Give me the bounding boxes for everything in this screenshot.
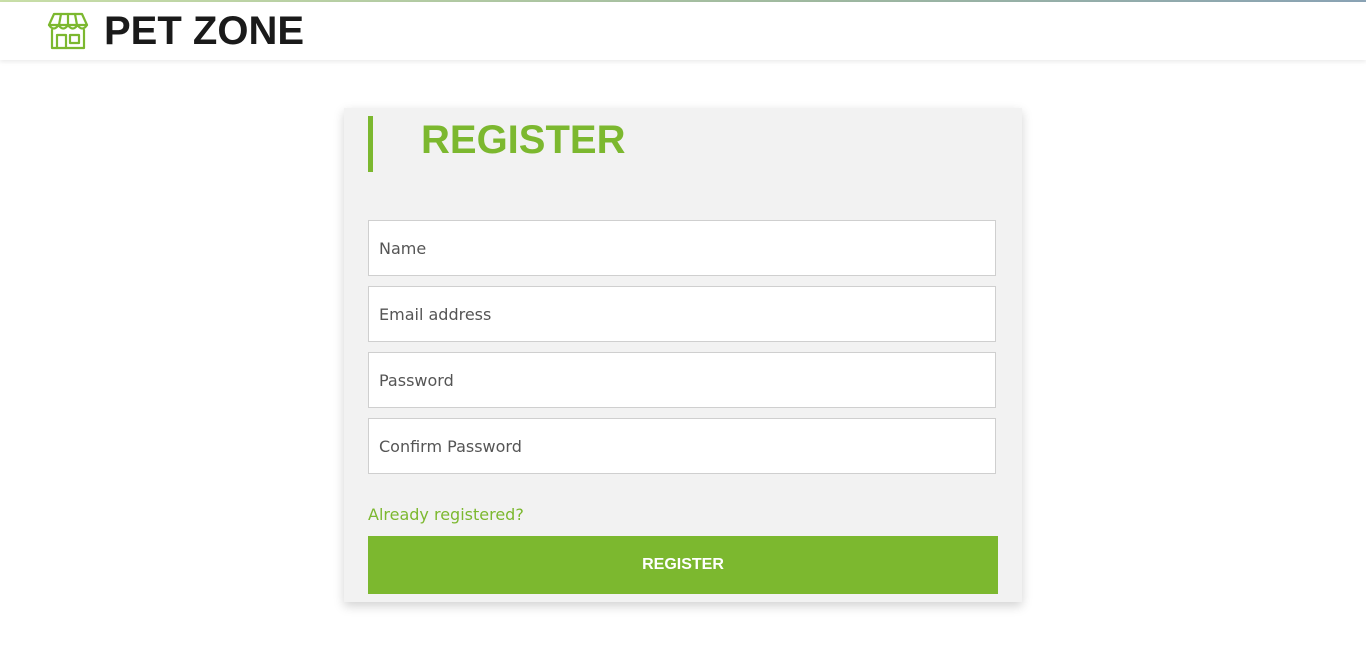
register-button[interactable]: REGISTER <box>368 536 998 594</box>
already-registered-link[interactable]: Already registered? <box>368 505 524 524</box>
site-header: PET ZONE <box>0 2 1366 60</box>
email-field[interactable] <box>368 286 996 342</box>
brand-logo-link[interactable]: PET ZONE <box>47 11 304 51</box>
password-field[interactable] <box>368 352 996 408</box>
brand-name: PET ZONE <box>104 9 305 53</box>
storefront-icon <box>47 11 89 51</box>
register-card: REGISTER Already registered? REGISTER <box>344 108 1022 602</box>
page-title: REGISTER <box>421 118 626 162</box>
title-accent-bar <box>368 116 373 172</box>
name-field[interactable] <box>368 220 996 276</box>
confirm-password-field[interactable] <box>368 418 996 474</box>
